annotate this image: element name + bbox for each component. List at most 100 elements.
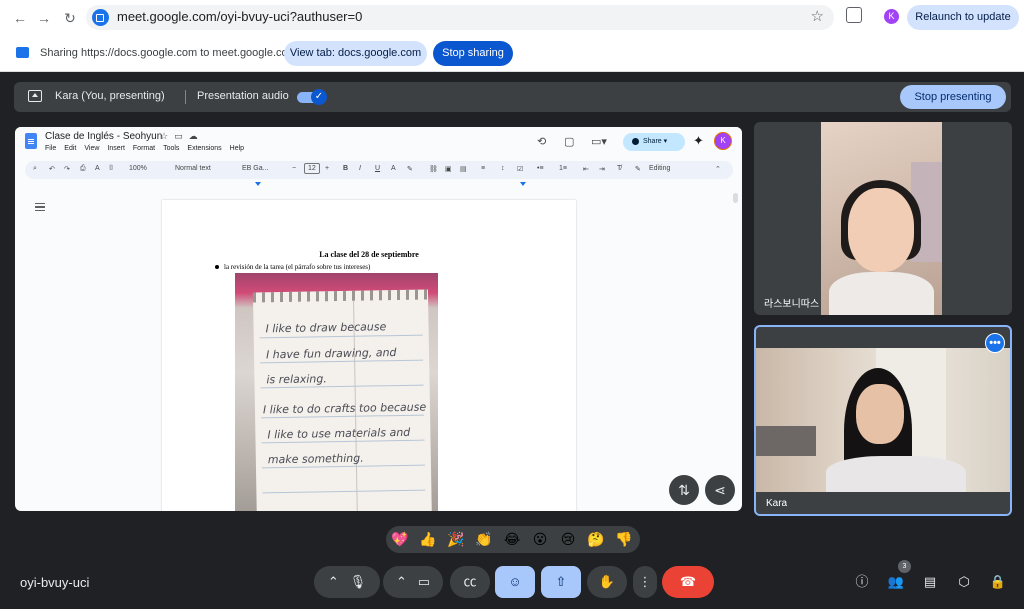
mode-select[interactable]: Editing: [649, 165, 670, 172]
italic-icon[interactable]: I: [359, 165, 361, 172]
captions-button[interactable]: ㏄: [450, 566, 490, 598]
notepad-photo[interactable]: I like to draw because I have fun drawin…: [235, 273, 438, 511]
camera-control[interactable]: ⌃ ▭: [383, 566, 443, 598]
stop-presenting-button[interactable]: Stop presenting: [900, 85, 1006, 109]
menu-insert[interactable]: Insert: [107, 145, 125, 152]
gemini-sparkle-icon[interactable]: ✦: [693, 133, 704, 149]
view-tab-button[interactable]: View tab: docs.google.com: [284, 41, 427, 66]
reaction-clap[interactable]: 👏: [474, 530, 494, 550]
text-color-icon[interactable]: A: [391, 165, 396, 172]
participant-tile-self[interactable]: Kara •••: [754, 325, 1012, 516]
doc-page[interactable]: La clase del 28 de septiembre la revisió…: [162, 200, 576, 511]
handwritten-line: is relaxing.: [266, 372, 327, 387]
reaction-laugh[interactable]: 😂: [502, 530, 522, 550]
participant-tile[interactable]: 라스보니따스: [754, 122, 1012, 315]
menu-extensions[interactable]: Extensions: [187, 145, 221, 152]
more-options-icon[interactable]: •••: [985, 333, 1005, 353]
reactions-button[interactable]: ☺: [495, 566, 535, 598]
checklist-icon[interactable]: ☑: [517, 165, 523, 173]
clear-formatting-icon[interactable]: T̸: [617, 165, 621, 172]
doc-title[interactable]: Clase de Inglés - Seohyun: [45, 131, 162, 142]
forward-arrow-icon[interactable]: →: [34, 8, 54, 28]
font-select[interactable]: EB Ga...: [242, 165, 268, 172]
extensions-icon[interactable]: [846, 7, 862, 23]
camera-icon[interactable]: ▭: [418, 574, 430, 589]
microphone-control[interactable]: ⌃ 🎙: [314, 566, 380, 598]
editing-pencil-icon[interactable]: ✎: [635, 165, 641, 173]
numbered-list-icon[interactable]: 1≡: [559, 165, 567, 172]
search-menus-icon[interactable]: ⌕: [33, 165, 37, 173]
menu-help[interactable]: Help: [230, 145, 244, 152]
history-icon[interactable]: ⟲: [537, 135, 546, 148]
raise-hand-button[interactable]: ✋: [587, 566, 627, 598]
stop-sharing-button[interactable]: Stop sharing: [433, 41, 513, 66]
right-indent-marker[interactable]: [520, 182, 526, 186]
shared-screen-tile: Clase de Inglés - Seohyun ☆▭☁ File Edit Vi…: [15, 127, 742, 511]
presentation-audio-toggle[interactable]: ✓: [297, 89, 327, 105]
people-icon[interactable]: 👥: [887, 573, 905, 591]
microphone-icon[interactable]: 🎙: [350, 574, 367, 589]
chevron-up-icon[interactable]: ⌃: [396, 574, 407, 589]
reaction-sad[interactable]: 😢: [558, 530, 578, 550]
menu-view[interactable]: View: [84, 145, 99, 152]
paint-format-icon[interactable]: ⌷: [109, 165, 113, 173]
font-size-decrease-icon[interactable]: −: [292, 165, 296, 172]
share-node-icon[interactable]: ⋖: [705, 475, 735, 505]
meet-video-icon[interactable]: ▭▾: [591, 135, 607, 148]
link-icon[interactable]: ⛓: [429, 165, 438, 173]
underline-icon[interactable]: U: [375, 165, 380, 172]
swap-layout-icon[interactable]: ⇅: [669, 475, 699, 505]
more-options-button[interactable]: ⋮: [633, 566, 657, 598]
reaction-thumbs-down[interactable]: 👎: [614, 530, 634, 550]
align-icon[interactable]: ≡: [481, 165, 485, 172]
leave-call-button[interactable]: ☎: [662, 566, 714, 598]
highlight-icon[interactable]: ✎: [407, 165, 413, 173]
indent-decrease-icon[interactable]: ⇤: [583, 165, 589, 173]
comment-add-icon[interactable]: ▣: [445, 165, 452, 173]
menu-edit[interactable]: Edit: [64, 145, 76, 152]
menu-format[interactable]: Format: [133, 145, 155, 152]
handwritten-line: I have fun drawing, and: [265, 346, 397, 362]
menu-tools[interactable]: Tools: [163, 145, 179, 152]
font-size-input[interactable]: 12: [304, 163, 320, 174]
print-icon[interactable]: ⎙: [80, 165, 86, 173]
doc-scrollbar[interactable]: [733, 193, 738, 203]
ruler[interactable]: [162, 182, 576, 190]
redo-icon[interactable]: ↷: [64, 165, 70, 173]
relaunch-button[interactable]: Relaunch to update: [907, 5, 1019, 30]
document-outline-icon[interactable]: [35, 203, 45, 211]
address-bar[interactable]: meet.google.com/oyi-bvuy-uci?authuser=0 …: [86, 5, 834, 30]
meeting-info-icon[interactable]: ⓘ: [853, 573, 871, 591]
reload-icon[interactable]: ↻: [60, 8, 80, 28]
star-folder-cloud-icons[interactable]: ☆▭☁: [160, 131, 204, 142]
host-controls-icon[interactable]: 🔒: [989, 573, 1007, 591]
spellcheck-icon[interactable]: A: [95, 165, 100, 172]
profile-avatar[interactable]: K: [884, 9, 899, 24]
doc-share-button[interactable]: Share ▾: [623, 133, 685, 151]
undo-icon[interactable]: ↶: [49, 165, 55, 173]
reaction-heart[interactable]: 💖: [390, 530, 410, 550]
left-indent-marker[interactable]: [255, 182, 261, 186]
font-size-increase-icon[interactable]: +: [325, 165, 329, 172]
image-icon[interactable]: ▤: [460, 165, 467, 173]
doc-user-avatar[interactable]: K: [714, 132, 732, 150]
back-arrow-icon[interactable]: ←: [10, 8, 30, 28]
bookmark-star-icon[interactable]: ☆: [811, 7, 824, 25]
bold-icon[interactable]: B: [343, 165, 348, 172]
reaction-surprised[interactable]: 😮: [530, 530, 550, 550]
line-spacing-icon[interactable]: ↕: [501, 165, 505, 172]
bulleted-list-icon[interactable]: •≡: [537, 165, 544, 172]
comment-icon[interactable]: ▢: [564, 135, 574, 148]
zoom-select[interactable]: 100%: [129, 165, 147, 172]
reaction-thinking[interactable]: 🤔: [586, 530, 606, 550]
reaction-party[interactable]: 🎉: [446, 530, 466, 550]
style-select[interactable]: Normal text: [175, 165, 211, 172]
collapse-toolbar-icon[interactable]: ⌃: [715, 165, 721, 173]
reaction-thumbs-up[interactable]: 👍: [418, 530, 438, 550]
chevron-up-icon[interactable]: ⌃: [328, 574, 339, 589]
present-button[interactable]: ⇧: [541, 566, 581, 598]
activities-icon[interactable]: ⬡: [955, 573, 973, 591]
menu-file[interactable]: File: [45, 145, 56, 152]
chat-icon[interactable]: ▤: [921, 573, 939, 591]
indent-increase-icon[interactable]: ⇥: [599, 165, 605, 173]
